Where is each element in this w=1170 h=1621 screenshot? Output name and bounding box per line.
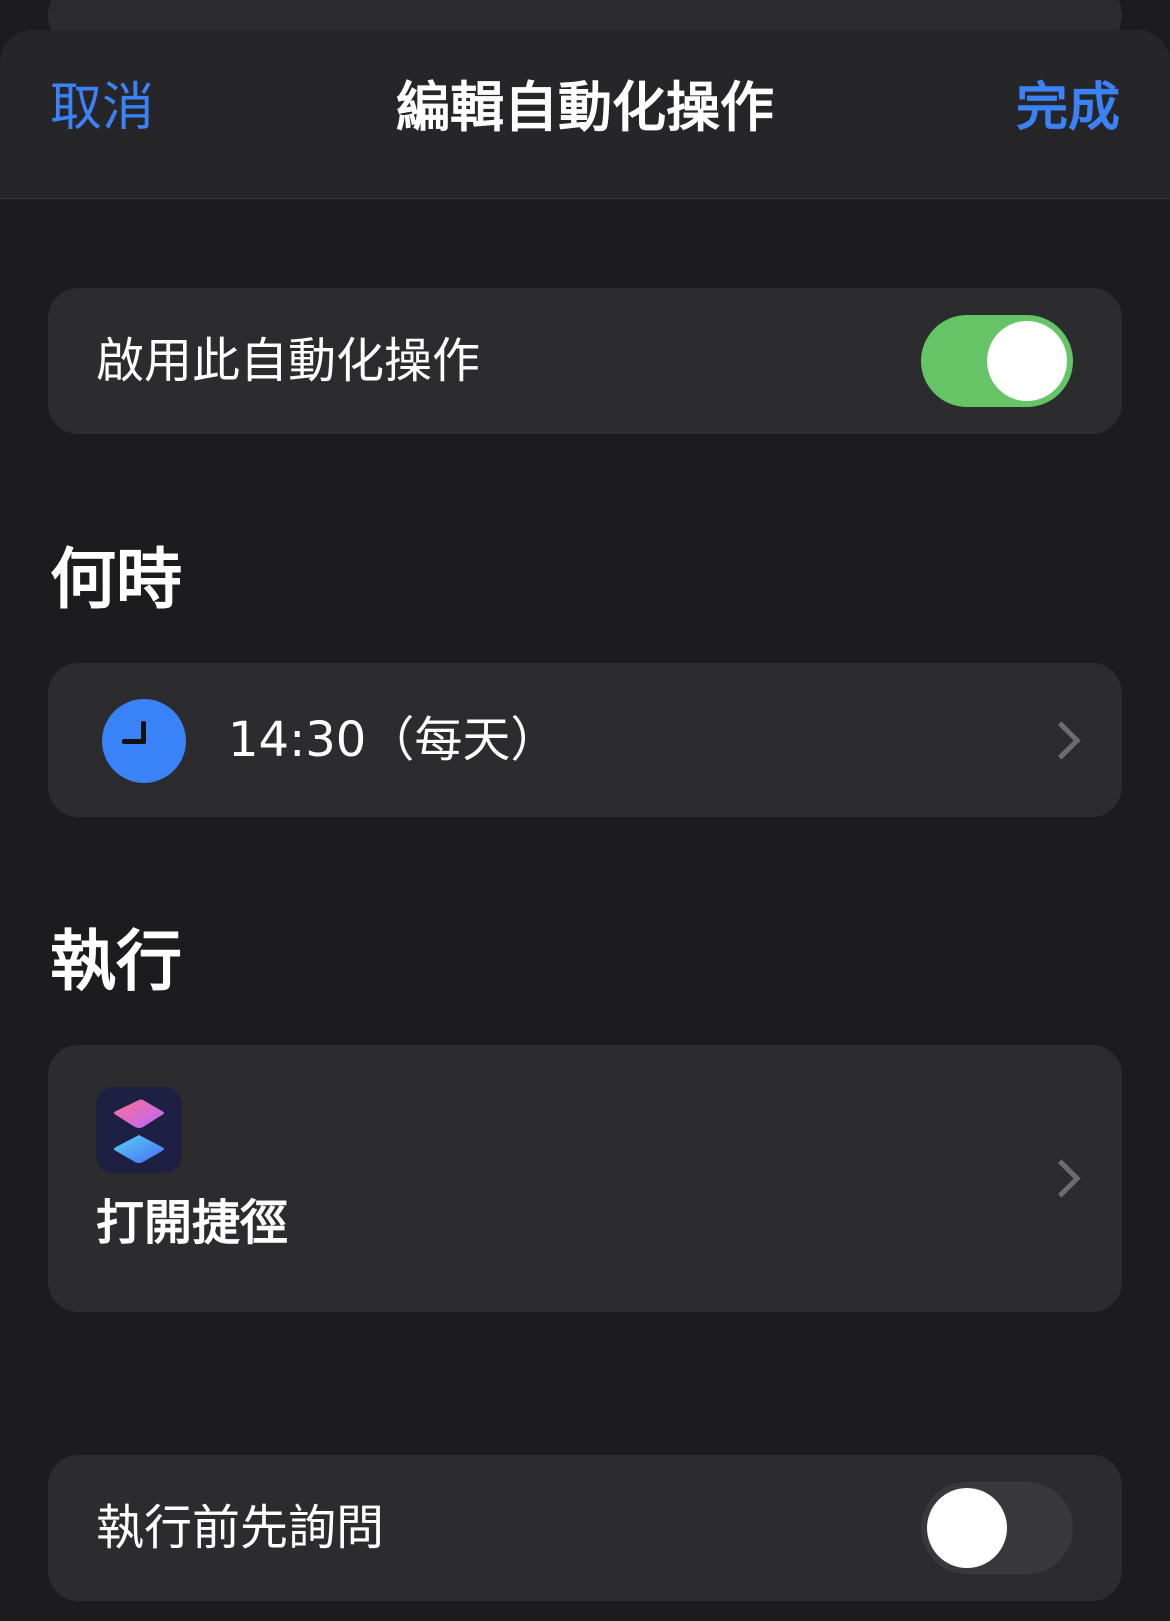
navigation-bar: 取消 編輯自動化操作 完成: [0, 30, 1170, 199]
edit-automation-sheet: 取消 編輯自動化操作 完成 啟用此自動化操作 何時 14:30（每天） 執行 打…: [0, 30, 1170, 1621]
chevron-right-icon: [1042, 1159, 1081, 1198]
ask-before-running-toggle[interactable]: [921, 1482, 1073, 1574]
clock-icon: [102, 699, 186, 783]
done-button[interactable]: 完成: [1016, 76, 1120, 140]
do-section-header: 執行: [50, 923, 182, 1000]
enable-automation-row: 啟用此自動化操作: [48, 288, 1122, 434]
enable-automation-toggle[interactable]: [921, 315, 1073, 407]
open-shortcut-label: 打開捷徑: [96, 1195, 289, 1251]
page-title: 編輯自動化操作: [396, 76, 774, 139]
time-trigger-label: 14:30（每天）: [228, 712, 559, 768]
toggle-knob: [987, 321, 1067, 401]
ask-before-running-label: 執行前先詢問: [96, 1500, 385, 1556]
open-shortcut-action-row[interactable]: 打開捷徑: [48, 1045, 1122, 1312]
chevron-right-icon: [1042, 721, 1081, 760]
enable-automation-label: 啟用此自動化操作: [96, 333, 481, 389]
ask-before-running-row: 執行前先詢問: [48, 1455, 1122, 1601]
screen: 取消 編輯自動化操作 完成 啟用此自動化操作 何時 14:30（每天） 執行 打…: [0, 0, 1170, 1621]
time-trigger-row[interactable]: 14:30（每天）: [48, 663, 1122, 817]
when-section-header: 何時: [50, 541, 182, 618]
shortcuts-icon: [96, 1087, 182, 1173]
toggle-knob: [927, 1488, 1007, 1568]
